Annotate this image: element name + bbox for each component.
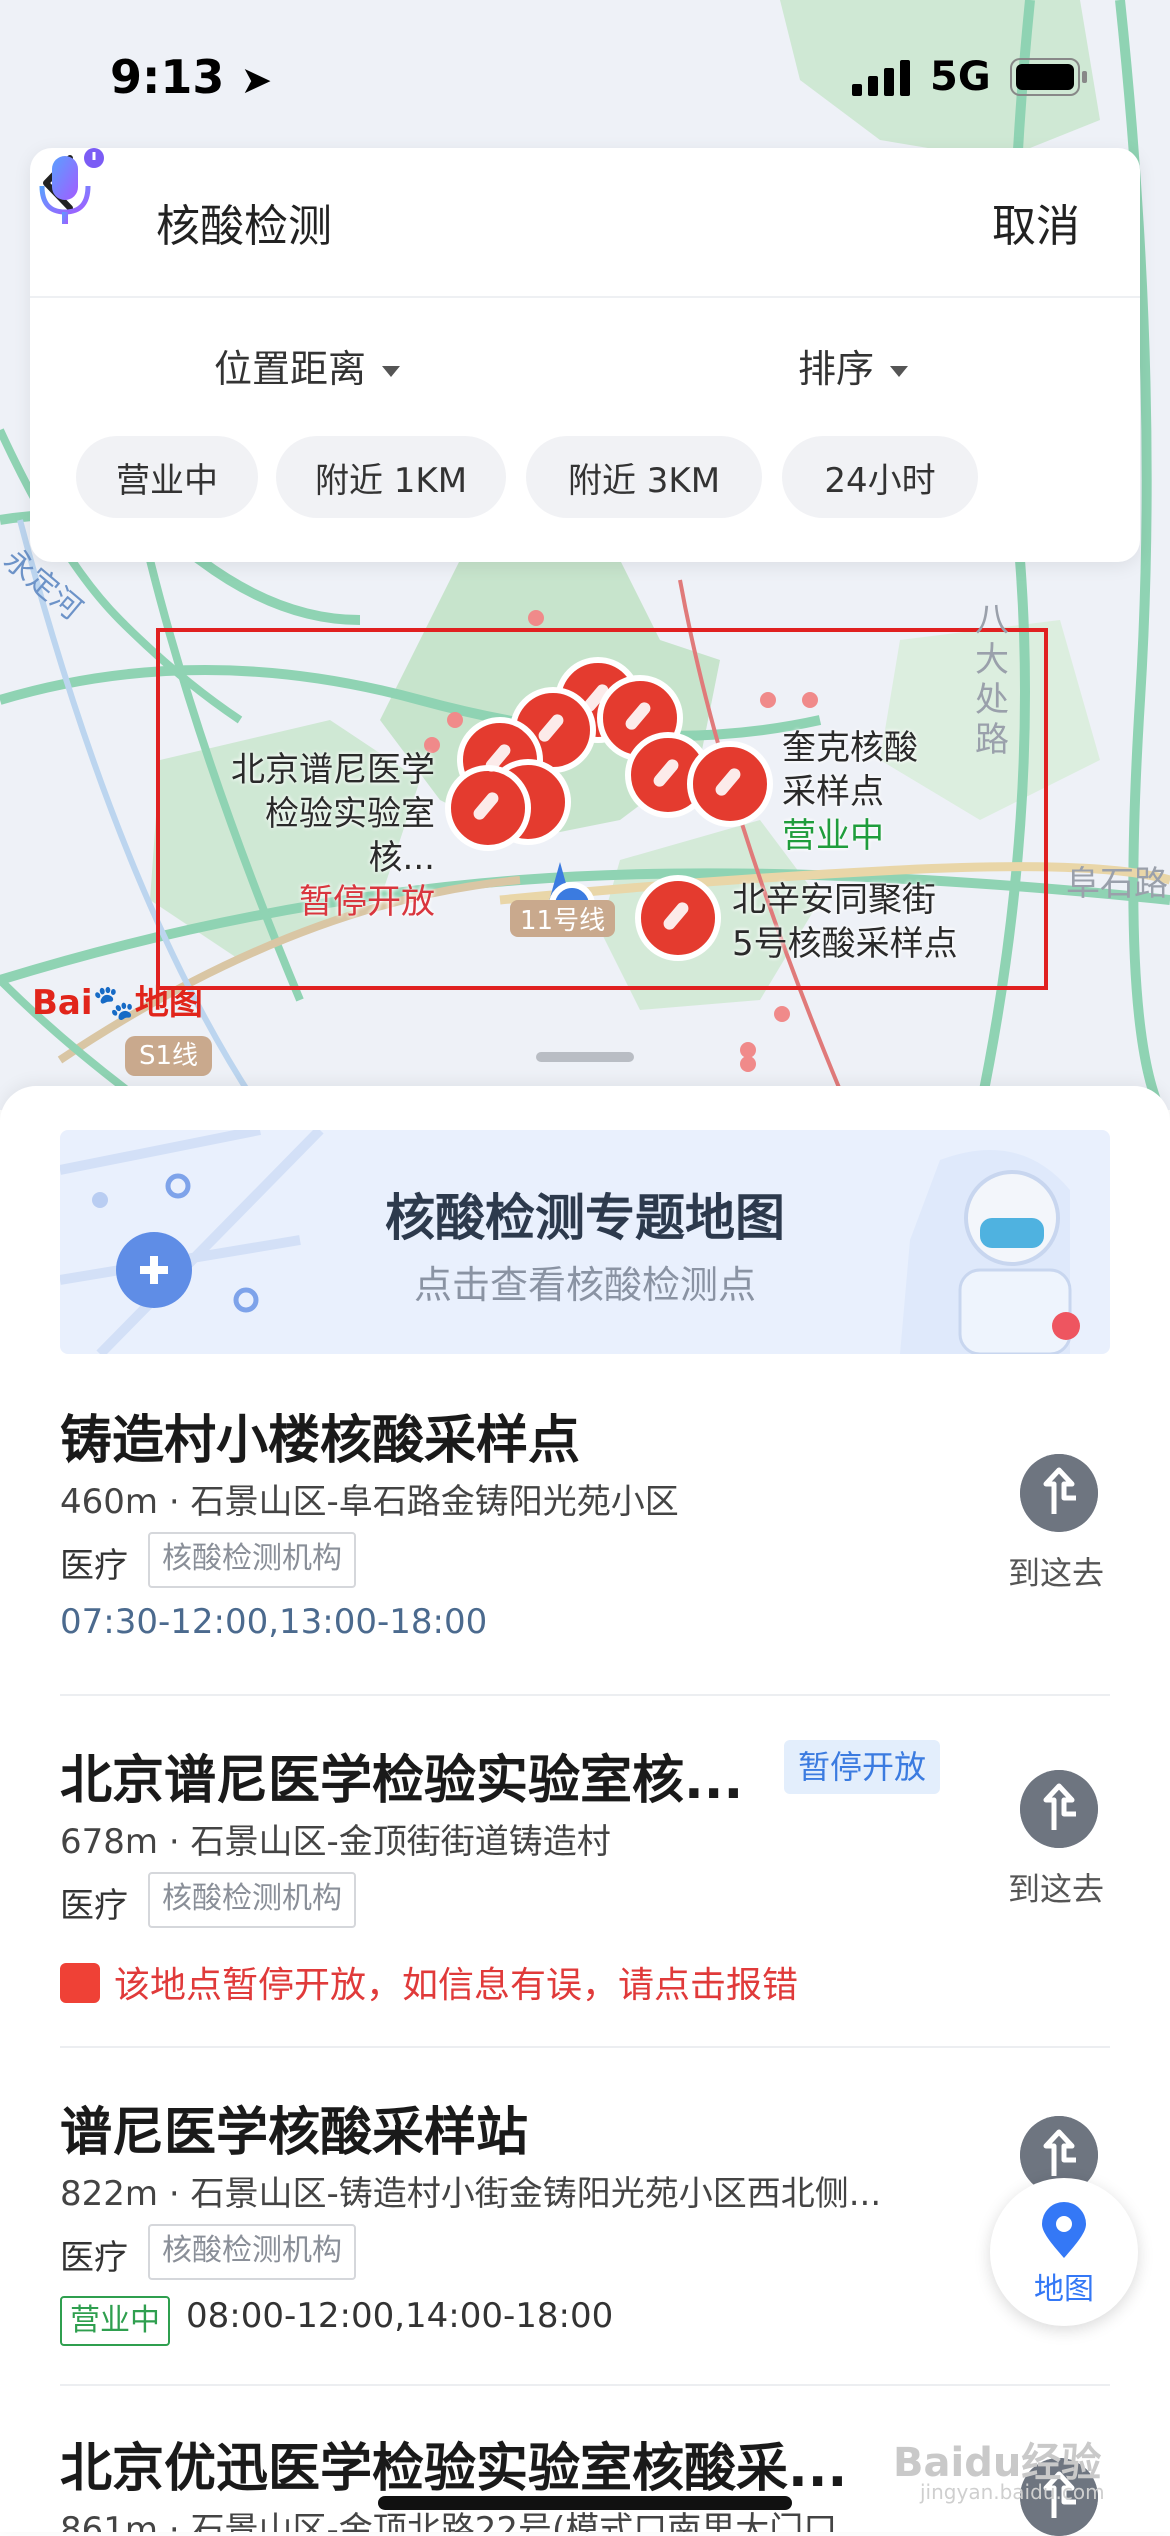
- topic-map-banner[interactable]: 核酸检测专题地图 点击查看核酸检测点: [60, 1130, 1110, 1354]
- result-category: 医疗: [60, 2238, 128, 2278]
- speaker-icon: [60, 1963, 100, 2003]
- result-item[interactable]: 铸造村小楼核酸采样点 460m · 石景山区-阜石路金铸阳光苑小区 医疗 核酸检…: [60, 1398, 1110, 1642]
- filter-chip-24h[interactable]: 24小时: [782, 436, 978, 518]
- map-button-label: 地图: [1034, 2272, 1094, 2307]
- map-poi-label[interactable]: 北辛安同聚街 5号核酸采样点: [732, 878, 958, 966]
- cellular-signal-icon: [852, 60, 910, 96]
- logo-map-text: 地图: [134, 983, 203, 1023]
- subway-line-badge: S1线: [125, 1036, 213, 1076]
- result-meta: 678m · 石景山区-金顶街街道铸造村: [60, 1822, 611, 1862]
- logo-text: Bai: [32, 983, 93, 1023]
- microphone-icon[interactable]: [30, 148, 110, 228]
- map-poi-label[interactable]: 奎克核酸 采样点 营业中: [782, 726, 918, 858]
- filter-chip-3km[interactable]: 附近 3KM: [526, 436, 762, 518]
- network-type: 5G: [930, 54, 991, 100]
- result-meta: 822m · 石景山区-铸造村小街金铸阳光苑小区西北侧...: [60, 2174, 882, 2214]
- result-meta: 460m · 石景山区-阜石路金铸阳光苑小区: [60, 1482, 679, 1522]
- map-poi-status: 暂停开放: [299, 882, 435, 922]
- time-text: 9:13: [110, 50, 225, 104]
- result-item[interactable]: 谱尼医学核酸采样站 822m · 石景山区-铸造村小街金铸阳光苑小区西北侧...…: [60, 2090, 1110, 2350]
- map-view[interactable]: 北京谱尼医学 检验实验室核... 暂停开放 奎克核酸 采样点 营业中 北辛安同聚…: [0, 0, 1170, 1110]
- search-query[interactable]: 核酸检测: [156, 190, 332, 254]
- result-category: 医疗: [60, 1546, 128, 1586]
- battery-icon: [1010, 58, 1087, 96]
- paw-icon: 🐾: [92, 983, 135, 1023]
- map-poi-name: 北京谱尼医学: [231, 750, 435, 790]
- map-poi-name: 检验实验室核...: [265, 794, 435, 878]
- map-poi-label[interactable]: 北京谱尼医学 检验实验室核... 暂停开放: [200, 748, 435, 924]
- map-toggle-button[interactable]: 地图: [990, 2178, 1138, 2326]
- divider: [60, 2384, 1110, 2386]
- filter-chip-open[interactable]: 营业中: [76, 436, 258, 518]
- status-time: 9:13 ➤: [110, 50, 272, 104]
- baidu-map-logo: Bai🐾地图: [32, 975, 203, 1024]
- notice-text: 该地点暂停开放，如信息有误，请点击报错: [114, 1965, 799, 2006]
- closure-notice[interactable]: 该地点暂停开放，如信息有误，请点击报错: [60, 1956, 798, 2008]
- navigate-icon[interactable]: [1020, 1770, 1098, 1848]
- sort-dropdown-label: 排序: [798, 347, 875, 391]
- map-poi-name: 采样点: [782, 772, 884, 812]
- result-title: 谱尼医学核酸采样站: [60, 2103, 529, 2163]
- result-title: 北京优迅医学检验实验室核酸采...: [60, 2439, 848, 2499]
- navigate-label[interactable]: 到这去: [1008, 1864, 1104, 1910]
- divider: [60, 2046, 1110, 2048]
- result-tag: 核酸检测机构: [148, 1532, 356, 1588]
- navigate-icon[interactable]: [1020, 1454, 1098, 1532]
- location-pin-icon: [1042, 2202, 1086, 2258]
- map-poi-name: 北辛安同聚街: [732, 880, 936, 920]
- filter-chip-1km[interactable]: 附近 1KM: [276, 436, 506, 518]
- sort-dropdown[interactable]: 排序: [798, 338, 909, 393]
- caret-down-icon: [382, 366, 401, 377]
- caret-down-icon: [890, 366, 909, 377]
- watermark-url: jingyan.baidu.com: [920, 2480, 1105, 2504]
- distance-dropdown[interactable]: 位置距离: [214, 338, 401, 393]
- home-indicator[interactable]: [378, 2496, 792, 2510]
- open-status-tag: 营业中: [60, 2296, 170, 2346]
- divider: [30, 296, 1140, 298]
- status-badge: 暂停开放: [784, 1740, 941, 1794]
- map-poi-name: 5号核酸采样点: [732, 924, 958, 964]
- result-category: 医疗: [60, 1886, 128, 1926]
- road-label: 阜石路: [1066, 864, 1168, 904]
- banner-title: 核酸检测专题地图: [385, 1189, 785, 1247]
- cancel-button[interactable]: 取消: [992, 190, 1080, 254]
- navigate-label[interactable]: 到这去: [1008, 1548, 1104, 1594]
- map-poi-status: 营业中: [782, 816, 884, 856]
- location-arrow-icon: ➤: [240, 58, 273, 102]
- result-tag: 核酸检测机构: [148, 1872, 356, 1928]
- sheet-drag-handle[interactable]: [536, 1052, 634, 1062]
- road-label: 八大处路: [975, 600, 1009, 760]
- result-tag: 核酸检测机构: [148, 2224, 356, 2280]
- result-title: 铸造村小楼核酸采样点: [60, 1411, 581, 1471]
- status-bar: 9:13 ➤ 5G: [0, 0, 1170, 140]
- distance-dropdown-label: 位置距离: [214, 347, 367, 391]
- result-hours: 08:00-12:00,14:00-18:00: [186, 2296, 614, 2336]
- result-hours: 07:30-12:00,13:00-18:00: [60, 1602, 488, 1642]
- map-poi-name: 奎克核酸: [782, 728, 918, 768]
- subway-line-label: 11号线: [510, 900, 616, 937]
- search-card: 核酸检测 取消 位置距离 排序 营业中 附近 1KM 附近 3KM 24小时: [30, 148, 1140, 562]
- result-title: 北京谱尼医学检验实验室核...: [60, 1751, 744, 1811]
- divider: [60, 1694, 1110, 1696]
- banner-subtitle: 点击查看核酸检测点: [413, 1263, 756, 1307]
